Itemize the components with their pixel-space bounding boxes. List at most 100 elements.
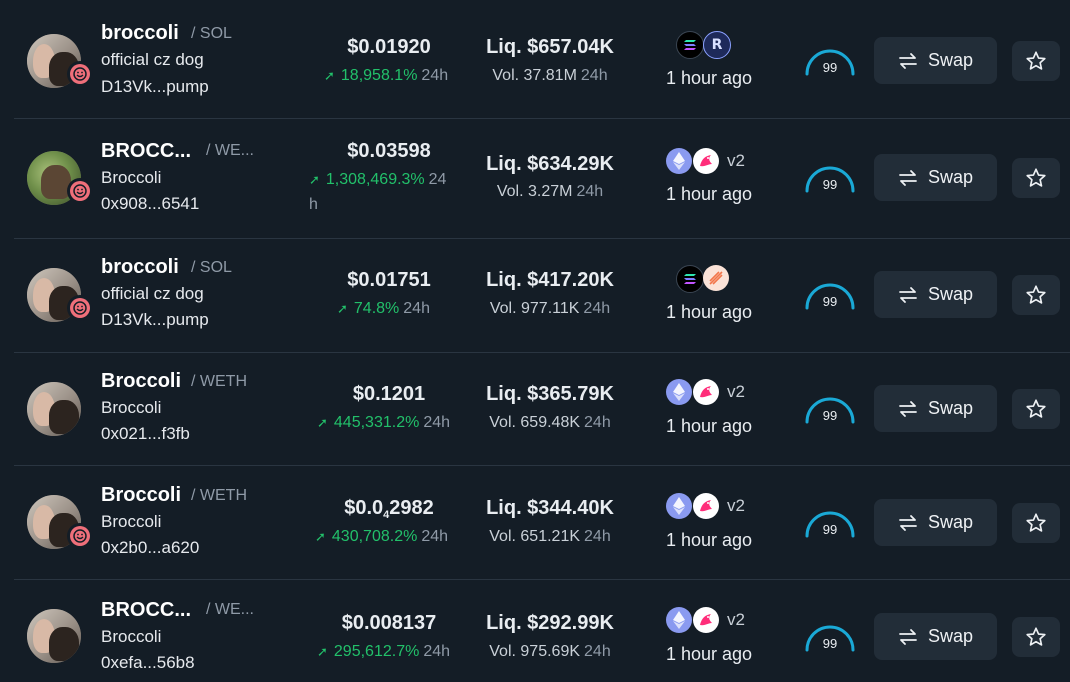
- change-period: 24h: [421, 528, 449, 545]
- token-address[interactable]: 0x2b0...a620: [101, 538, 199, 558]
- swap-button[interactable]: Swap: [874, 154, 997, 201]
- volume-value: Vol. 975.69K: [489, 643, 581, 660]
- volume-period: 24h: [576, 183, 604, 200]
- token-price: $0.01751: [347, 269, 431, 291]
- favorite-button[interactable]: [1012, 275, 1060, 315]
- pair-age: 1 hour ago: [666, 416, 753, 436]
- change-value: 74.8%: [353, 300, 400, 317]
- score-value: 99: [822, 60, 838, 75]
- token-avatar: [27, 382, 81, 436]
- pair-age: 1 hour ago: [666, 644, 753, 664]
- swap-arrows-icon: [899, 169, 917, 186]
- price-change: ➚ 295,612.7% 24h: [317, 643, 450, 661]
- up-arrow-icon: ➚: [317, 644, 328, 659]
- volume-value: Vol. 659.48K: [489, 414, 581, 431]
- star-icon: [1026, 513, 1046, 532]
- liquidity: Liq. $634.29K: [486, 153, 614, 175]
- ethereum-icon: [666, 607, 692, 633]
- swap-label: Swap: [927, 398, 974, 418]
- token-name[interactable]: Broccoli: [101, 484, 181, 507]
- swap-button[interactable]: Swap: [874, 385, 997, 432]
- token-row[interactable]: broccoli / SOL official cz dog D13Vk...p…: [0, 0, 1070, 118]
- uniswap-icon: [693, 493, 719, 519]
- change-period: 24: [428, 171, 447, 188]
- favorite-button[interactable]: [1012, 158, 1060, 198]
- volume: Vol. 975.69K 24h: [470, 643, 630, 661]
- volume-value: Vol. 977.11K: [489, 300, 580, 317]
- token-price: $0.1201: [352, 383, 426, 405]
- price-change: ➚ 18,958.1% 24h: [324, 67, 448, 85]
- price-change: ➚ 74.8% 24h: [337, 300, 430, 318]
- star-icon: [1026, 168, 1046, 187]
- swap-label: Swap: [927, 512, 974, 532]
- star-icon: [1026, 399, 1046, 418]
- swap-button[interactable]: Swap: [874, 499, 997, 546]
- swap-arrows-icon: [899, 628, 917, 645]
- uniswap-icon: [693, 379, 719, 405]
- swap-arrows-icon: [899, 400, 917, 417]
- token-pair: / WETH: [191, 487, 247, 504]
- token-address[interactable]: 0xefa...56b8: [101, 653, 195, 673]
- pair-age: 1 hour ago: [666, 530, 753, 550]
- volume-period: 24h: [584, 414, 611, 431]
- favorite-button[interactable]: [1012, 389, 1060, 429]
- swap-button[interactable]: Swap: [874, 613, 997, 660]
- token-row[interactable]: broccoli / SOL official cz dog D13Vk...p…: [0, 239, 1070, 352]
- token-name[interactable]: BROCC...: [101, 140, 191, 163]
- volume: Vol. 651.21K 24h: [470, 528, 630, 546]
- token-row[interactable]: Broccoli / WETH Broccoli 0x2b0...a620 $0…: [0, 466, 1070, 579]
- swap-arrows-icon: [899, 286, 917, 303]
- swap-button[interactable]: Swap: [874, 271, 997, 318]
- token-price: $0.03598: [347, 140, 431, 162]
- token-price: $0.042982: [314, 497, 464, 521]
- pool-version: v2: [727, 151, 745, 170]
- token-price: $0.01920: [347, 36, 431, 58]
- liquidity: Liq. $365.79K: [486, 383, 614, 405]
- swap-label: Swap: [927, 284, 974, 304]
- smile-badge-icon: [67, 178, 93, 204]
- favorite-button[interactable]: [1012, 617, 1060, 657]
- swap-button[interactable]: Swap: [874, 37, 997, 84]
- change-period: 24h: [403, 300, 430, 317]
- favorite-button[interactable]: [1012, 503, 1060, 543]
- token-address[interactable]: 0x908...6541: [101, 194, 199, 214]
- token-row[interactable]: BROCC... / WE... Broccoli 0x908...6541 $…: [0, 119, 1070, 237]
- pair-age: 1 hour ago: [666, 302, 753, 322]
- token-row[interactable]: BROCC... / WE... Broccoli 0xefa...56b8 $…: [0, 580, 1070, 682]
- up-arrow-icon: ➚: [317, 415, 328, 430]
- price-main: $0.0: [344, 497, 384, 519]
- score-value: 99: [822, 408, 838, 423]
- pool-version: v2: [727, 496, 745, 515]
- volume-period: 24h: [584, 643, 611, 660]
- token-address[interactable]: D13Vk...pump: [101, 310, 209, 330]
- score-value: 99: [822, 177, 838, 192]
- solana-icon: [676, 31, 704, 59]
- volume-period: 24h: [583, 300, 611, 317]
- up-arrow-icon: ➚: [337, 301, 348, 316]
- token-subtitle: Broccoli: [101, 168, 162, 187]
- liquidity: Liq. $344.40K: [486, 497, 614, 519]
- token-name[interactable]: broccoli: [101, 22, 179, 45]
- smile-badge-icon: [67, 295, 93, 321]
- token-name[interactable]: Broccoli: [101, 370, 181, 393]
- token-list: broccoli / SOL official cz dog D13Vk...p…: [0, 0, 1070, 682]
- swap-label: Swap: [927, 167, 974, 187]
- token-address[interactable]: 0x021...f3fb: [101, 424, 190, 444]
- token-name[interactable]: BROCC...: [101, 599, 191, 622]
- token-pair: / WE...: [206, 142, 254, 159]
- token-subtitle: official cz dog: [101, 50, 204, 69]
- volume: Vol. 37.81M 24h: [470, 67, 630, 85]
- price-change: ➚ 1,308,469.3% 24: [309, 171, 446, 189]
- price-change: ➚ 430,708.2% 24h: [315, 528, 448, 546]
- token-pair: / WE...: [206, 601, 254, 618]
- change-value: 430,708.2%: [331, 528, 418, 545]
- token-row[interactable]: Broccoli / WETH Broccoli 0x021...f3fb $0…: [0, 353, 1070, 465]
- price-change-wrap: h: [309, 196, 318, 214]
- meteora-icon: [703, 265, 729, 291]
- token-name[interactable]: broccoli: [101, 256, 179, 279]
- change-period-wrap: h: [309, 196, 318, 213]
- token-pair: / SOL: [191, 25, 232, 42]
- token-address[interactable]: D13Vk...pump: [101, 77, 209, 97]
- favorite-button[interactable]: [1012, 41, 1060, 81]
- ethereum-icon: [666, 148, 692, 174]
